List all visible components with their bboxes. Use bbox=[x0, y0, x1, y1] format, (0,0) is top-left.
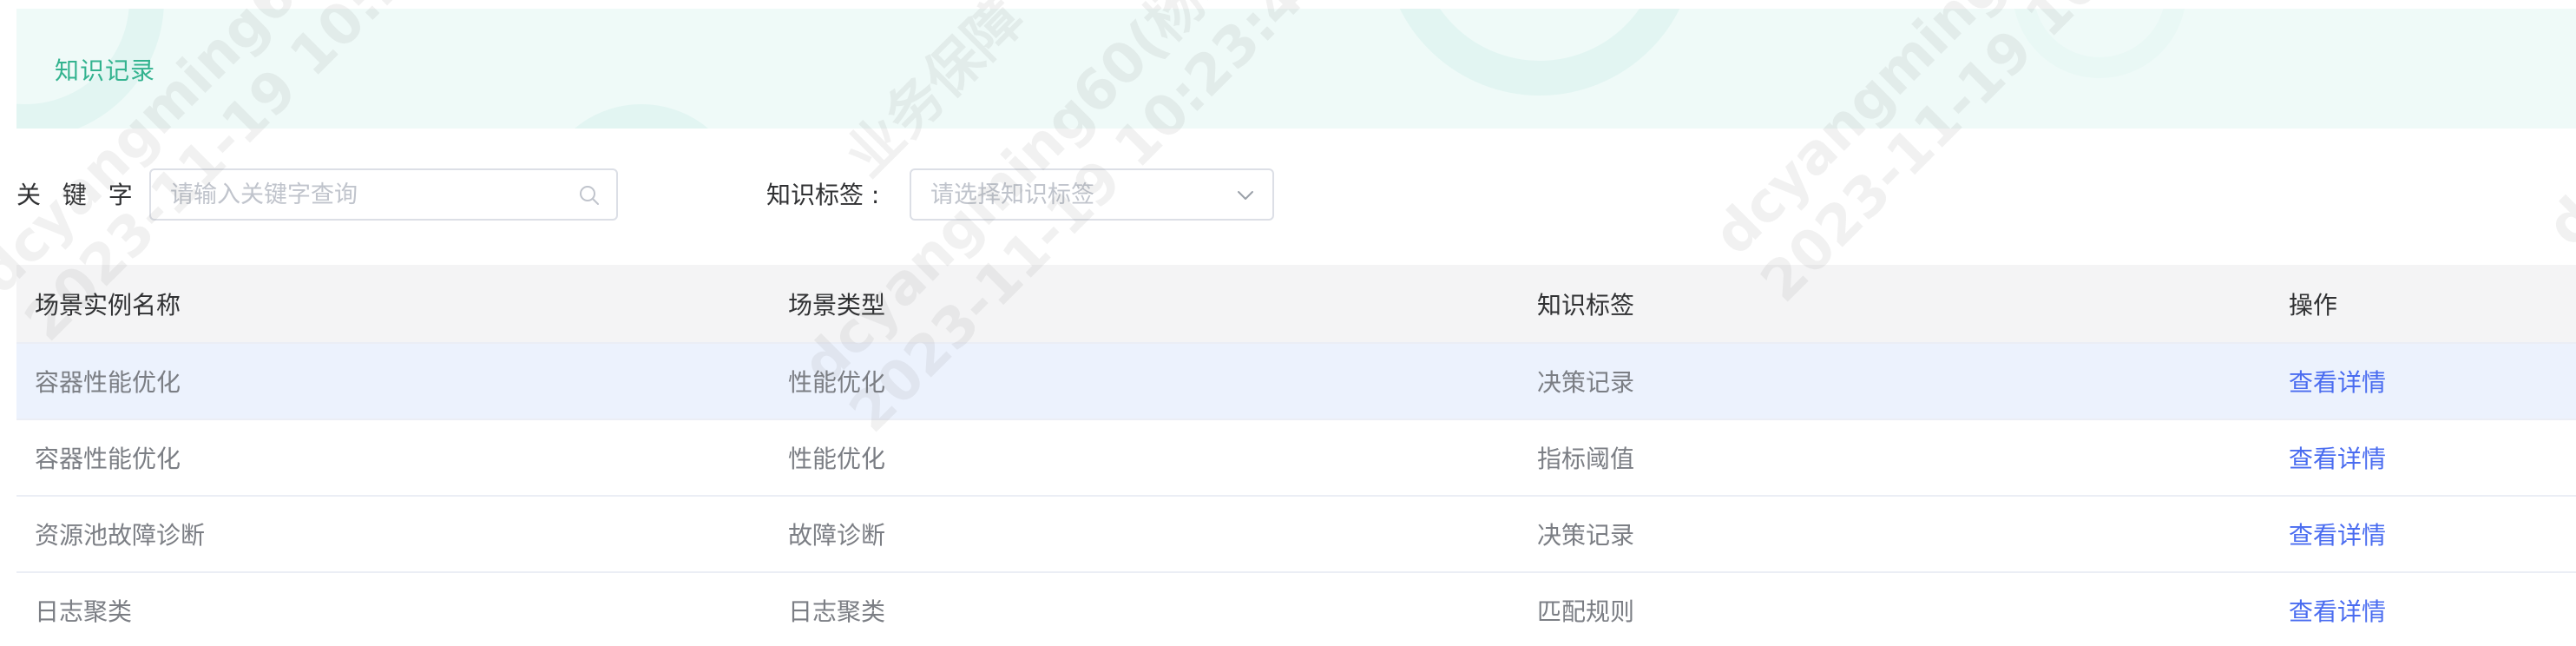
table-header-row: 场景实例名称 场景类型 知识标签 操作 bbox=[16, 265, 2576, 344]
knowledge-tag-cell: 决策记录 bbox=[1537, 521, 1635, 550]
column-header: 操作 bbox=[2289, 290, 2338, 320]
scene-type-cell: 性能优化 bbox=[788, 445, 886, 473]
table-row[interactable]: 资源池故障诊断 故障诊断 决策记录 查看详情 bbox=[16, 497, 2576, 573]
column-header: 场景实例名称 bbox=[35, 290, 181, 320]
scene-name-cell: 容器性能优化 bbox=[35, 445, 181, 473]
knowledge-tag-cell: 匹配规则 bbox=[1537, 597, 1635, 626]
knowledge-record-page: 知识记录 关 键 字 : 知识标签 : 场景实例名称 场景类型 知识标签 操作 … bbox=[0, 0, 2576, 646]
keyword-label: 关 键 字 : bbox=[16, 181, 170, 209]
scene-name-cell: 容器性能优化 bbox=[35, 368, 181, 397]
scene-name-cell: 资源池故障诊断 bbox=[35, 521, 206, 550]
tag-select-input[interactable] bbox=[911, 170, 1272, 219]
knowledge-table: 场景实例名称 场景类型 知识标签 操作 容器性能优化 性能优化 决策记录 查看详… bbox=[16, 265, 2576, 646]
view-details-link[interactable]: 查看详情 bbox=[2289, 344, 2386, 419]
keyword-input[interactable] bbox=[151, 170, 616, 219]
tag-select[interactable] bbox=[910, 168, 1274, 221]
banner-decoration bbox=[2013, 9, 2186, 78]
banner-decoration bbox=[1383, 9, 1696, 96]
table-row[interactable]: 容器性能优化 性能优化 决策记录 查看详情 bbox=[16, 344, 2576, 420]
scene-name-cell: 日志聚类 bbox=[35, 597, 133, 626]
keyword-input-wrapper[interactable] bbox=[149, 168, 618, 221]
knowledge-tag-cell: 指标阈值 bbox=[1537, 445, 1635, 473]
scene-type-cell: 日志聚类 bbox=[788, 597, 886, 626]
view-details-link[interactable]: 查看详情 bbox=[2289, 573, 2386, 646]
column-header: 场景类型 bbox=[788, 290, 886, 320]
table-row[interactable]: 日志聚类 日志聚类 匹配规则 查看详情 bbox=[16, 573, 2576, 646]
page-title: 知识记录 bbox=[55, 56, 156, 85]
banner-decoration bbox=[537, 104, 746, 129]
column-header: 知识标签 bbox=[1537, 290, 1635, 320]
scene-type-cell: 性能优化 bbox=[788, 368, 886, 397]
view-details-link[interactable]: 查看详情 bbox=[2289, 497, 2386, 571]
tag-label: 知识标签 : bbox=[766, 181, 880, 209]
search-icon[interactable] bbox=[578, 184, 601, 207]
knowledge-tag-cell: 决策记录 bbox=[1537, 368, 1635, 397]
scene-type-cell: 故障诊断 bbox=[788, 521, 886, 550]
chevron-down-icon[interactable] bbox=[1234, 184, 1257, 207]
header-banner: 知识记录 bbox=[16, 9, 2576, 129]
table-row[interactable]: 容器性能优化 性能优化 指标阈值 查看详情 bbox=[16, 420, 2576, 497]
view-details-link[interactable]: 查看详情 bbox=[2289, 420, 2386, 495]
